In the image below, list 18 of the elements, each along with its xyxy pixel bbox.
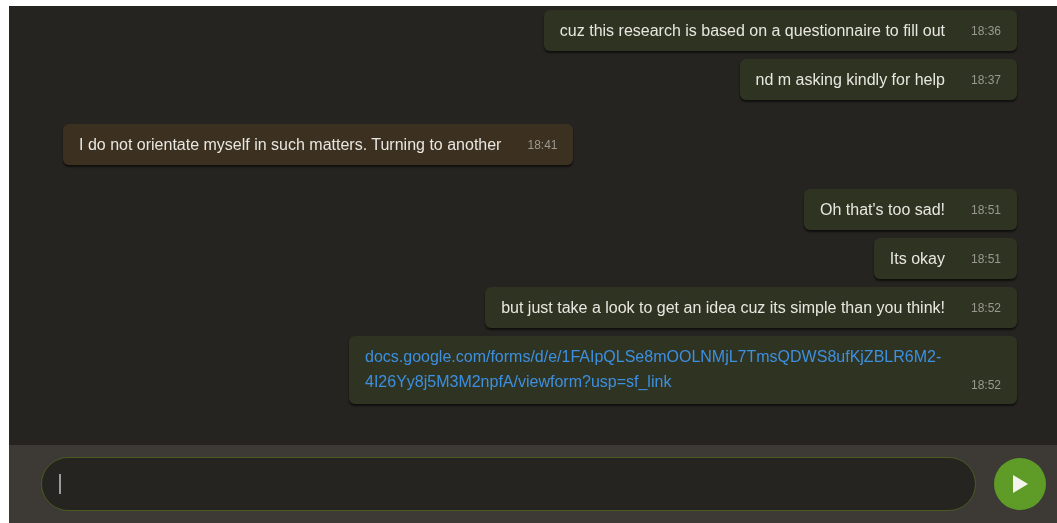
message-text: cuz this research is based on a questionnaire to fill out [559,20,945,41]
message-time: 18:52 [970,299,1001,317]
text-cursor [59,474,61,494]
message-text: but just take a look to get an idea cuz its simple than you think! [501,297,945,318]
message-link[interactable]: docs.google.com/forms/d/e/1FAIpQLSe8mOOLNMjL7TmsQDWS8ufKjZBLR6M2-4I26Yy8j5M3M2npfA/viewform?usp=sf_link [365,344,945,394]
send-button[interactable] [994,458,1046,510]
message-text: nd m asking kindly for help [755,69,945,90]
play-icon [1011,474,1029,494]
message-time: 18:37 [970,71,1001,89]
message-text: Oh that's too sad! [820,199,945,220]
message-text: Its okay [889,248,945,269]
message-time: 18:36 [970,22,1001,40]
message-time: 18:41 [527,136,558,154]
message-time: 18:51 [970,250,1001,268]
message-text: I do not orientate myself in such matters. Turning to another [79,134,502,155]
message-time: 18:52 [970,377,1001,394]
message-time: 18:51 [970,201,1001,219]
message-input[interactable] [41,457,976,511]
